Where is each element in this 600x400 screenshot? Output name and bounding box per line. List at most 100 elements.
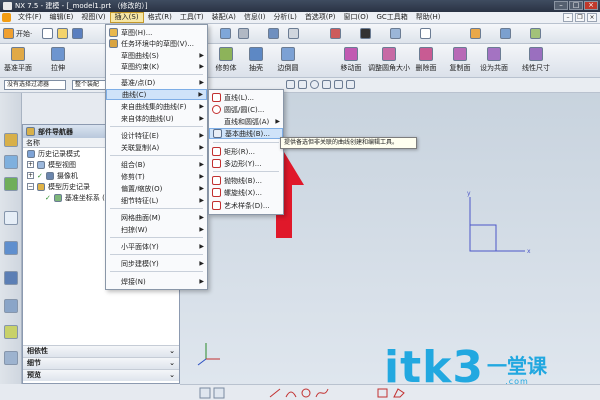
- menu-item-offset-scale[interactable]: 偏置/缩放(O) ▶: [106, 183, 207, 194]
- menu-item-line[interactable]: 直线(L)...: [209, 92, 283, 103]
- expand-icon[interactable]: +: [27, 172, 34, 179]
- shade-icon[interactable]: [390, 28, 401, 39]
- menu-item-combine[interactable]: 组合(B) ▶: [106, 159, 207, 170]
- menu-item-helix[interactable]: 螺旋线(X)...: [209, 187, 283, 198]
- section-preview[interactable]: 预览 ⌄: [23, 369, 179, 381]
- menu-item-sweep[interactable]: 扫掠(W) ▶: [106, 224, 207, 235]
- menu-file[interactable]: 文件(F): [14, 12, 46, 23]
- color-icon[interactable]: [420, 28, 431, 39]
- copy-face-button[interactable]: 复制面: [444, 47, 476, 73]
- menu-preferences[interactable]: 首选项(P): [301, 12, 340, 23]
- menu-item-synchronous-modeling[interactable]: 同步建模(Y) ▶: [106, 258, 207, 269]
- snap-midpoint-icon[interactable]: [298, 80, 307, 89]
- menu-item-trim[interactable]: 修剪(T) ▶: [106, 171, 207, 182]
- menu-window[interactable]: 窗口(O): [340, 12, 373, 23]
- delete-face-button[interactable]: 删除面: [410, 47, 442, 73]
- menu-item-sketch-curve[interactable]: 草图曲线(S) ▶: [106, 50, 207, 61]
- process-studio-tab-icon[interactable]: [4, 325, 18, 339]
- menu-tools[interactable]: 工具(T): [176, 12, 208, 23]
- part-navigator-tab-icon[interactable]: [4, 133, 18, 147]
- minimize-icon[interactable]: –: [554, 1, 568, 10]
- linear-dim-button[interactable]: 线性尺寸: [516, 47, 556, 73]
- snap-quadrant-icon[interactable]: [322, 80, 331, 89]
- web-browser-tab-icon[interactable]: [4, 241, 18, 255]
- render-style-icon[interactable]: [238, 28, 249, 39]
- make-coplanar-button[interactable]: 设为共面: [478, 47, 510, 73]
- menu-insert[interactable]: 插入(S): [109, 12, 144, 23]
- snap-endpoint-icon[interactable]: [286, 80, 295, 89]
- watermark-side: 一堂课 .com: [487, 355, 547, 386]
- menu-item-lines-and-arcs[interactable]: 直线和圆弧(A) ▶: [209, 116, 283, 127]
- measure-icon[interactable]: [500, 28, 511, 39]
- menu-info[interactable]: 信息(I): [240, 12, 270, 23]
- display-mode-icon[interactable]: [360, 28, 371, 39]
- app-menu-icon[interactable]: [2, 13, 11, 22]
- selection-filter-dropdown[interactable]: 没有选择过滤器: [4, 80, 66, 90]
- menu-item-datum-point[interactable]: 基准/点(D) ▶: [106, 77, 207, 88]
- menu-item-curve-from-bodies[interactable]: 来自体的曲线(U) ▶: [106, 113, 207, 124]
- snap-intersection-icon[interactable]: [346, 80, 355, 89]
- menu-item-parabola[interactable]: 抛物线(B)...: [209, 175, 283, 186]
- menu-item-design-feature[interactable]: 设计特征(E) ▶: [106, 130, 207, 141]
- layer-icon[interactable]: [268, 28, 279, 39]
- menu-item-studio-spline[interactable]: 艺术样条(D)...: [209, 200, 283, 211]
- snap-point-icon[interactable]: [334, 80, 343, 89]
- menu-item-facet-body[interactable]: 小平面体(Y) ▶: [106, 241, 207, 252]
- material-icon[interactable]: [470, 28, 481, 39]
- system-materials-tab-icon[interactable]: [4, 299, 18, 313]
- view-orient-icon[interactable]: [220, 28, 231, 39]
- assembly-scope-dropdown[interactable]: 整个装配: [72, 80, 106, 90]
- extrude-button[interactable]: 拉伸: [42, 47, 74, 73]
- constraint-navigator-tab-icon[interactable]: [4, 177, 18, 191]
- doc-close-icon[interactable]: ×: [587, 13, 597, 22]
- trim-body-button[interactable]: 修剪体: [210, 47, 242, 73]
- menu-item-mesh-surface[interactable]: 网格曲面(M) ▶: [106, 212, 207, 223]
- reuse-library-tab-icon[interactable]: [4, 211, 18, 225]
- new-file-icon[interactable]: [42, 28, 53, 39]
- doc-restore-icon[interactable]: ❐: [575, 13, 585, 22]
- section-dependencies[interactable]: 相依性 ⌄: [23, 345, 179, 357]
- resize-blend-button[interactable]: 调整圆角大小: [367, 47, 411, 73]
- menu-item-task-sketch[interactable]: 任务环境中的草图(V)...: [106, 38, 207, 49]
- open-file-icon[interactable]: [57, 28, 68, 39]
- menu-item-rectangle[interactable]: 矩形(R)...: [209, 146, 283, 157]
- datum-plane-button[interactable]: 基准平面: [2, 47, 34, 73]
- menu-item-sketch-constraint[interactable]: 草图约束(K) ▶: [106, 61, 207, 72]
- maximize-icon[interactable]: □: [569, 1, 583, 10]
- menu-item-weld[interactable]: 焊接(N) ▶: [106, 276, 207, 287]
- menu-item-sketch[interactable]: 草图(H)...: [106, 27, 207, 38]
- menu-item-curve[interactable]: 曲线(C) ▶: [106, 89, 207, 100]
- collapse-icon[interactable]: −: [27, 183, 34, 190]
- edge-blend-button[interactable]: 边倒圆: [272, 47, 304, 73]
- menu-item-polygon[interactable]: 多边形(Y)...: [209, 158, 283, 169]
- menu-view[interactable]: 视图(V): [77, 12, 109, 23]
- menu-format[interactable]: 格式(R): [144, 12, 176, 23]
- menu-item-curve-from-curves[interactable]: 来自曲线集的曲线(F) ▶: [106, 101, 207, 112]
- close-icon[interactable]: ×: [584, 1, 598, 10]
- menu-analysis[interactable]: 分析(L): [269, 12, 300, 23]
- menu-item-associative-copy[interactable]: 关联复制(A) ▶: [106, 142, 207, 153]
- expand-icon[interactable]: +: [27, 161, 34, 168]
- menu-assembly[interactable]: 装配(A): [208, 12, 240, 23]
- section-details[interactable]: 细节 ⌄: [23, 357, 179, 369]
- roles-tab-icon[interactable]: [4, 351, 18, 365]
- doc-minimize-icon[interactable]: –: [563, 13, 573, 22]
- assembly-navigator-tab-icon[interactable]: [4, 155, 18, 169]
- menu-item-detail-feature[interactable]: 细节特征(L) ▶: [106, 195, 207, 206]
- snap-center-icon[interactable]: [310, 80, 319, 89]
- menu-item-label: 基准/点(D): [121, 78, 156, 87]
- start-button[interactable]: 开始·: [3, 28, 32, 39]
- section-icon[interactable]: [530, 28, 541, 39]
- menu-edit[interactable]: 编辑(E): [46, 12, 78, 23]
- history-tab-icon[interactable]: [4, 271, 18, 285]
- save-icon[interactable]: [72, 28, 83, 39]
- analysis-icon[interactable]: [330, 28, 341, 39]
- resource-bar: [0, 93, 22, 384]
- move-face-button[interactable]: 移动面: [335, 47, 367, 73]
- shell-button[interactable]: 抽壳: [240, 47, 272, 73]
- snap-icon[interactable]: [288, 28, 299, 39]
- menu-item-arc-circle[interactable]: 圆弧/圆(C)...: [209, 104, 283, 115]
- menu-help[interactable]: 帮助(H): [412, 12, 445, 23]
- menu-item-basic-curves[interactable]: 基本曲线(B)...: [209, 128, 283, 139]
- menu-gc-toolkit[interactable]: GC工具箱: [372, 12, 411, 23]
